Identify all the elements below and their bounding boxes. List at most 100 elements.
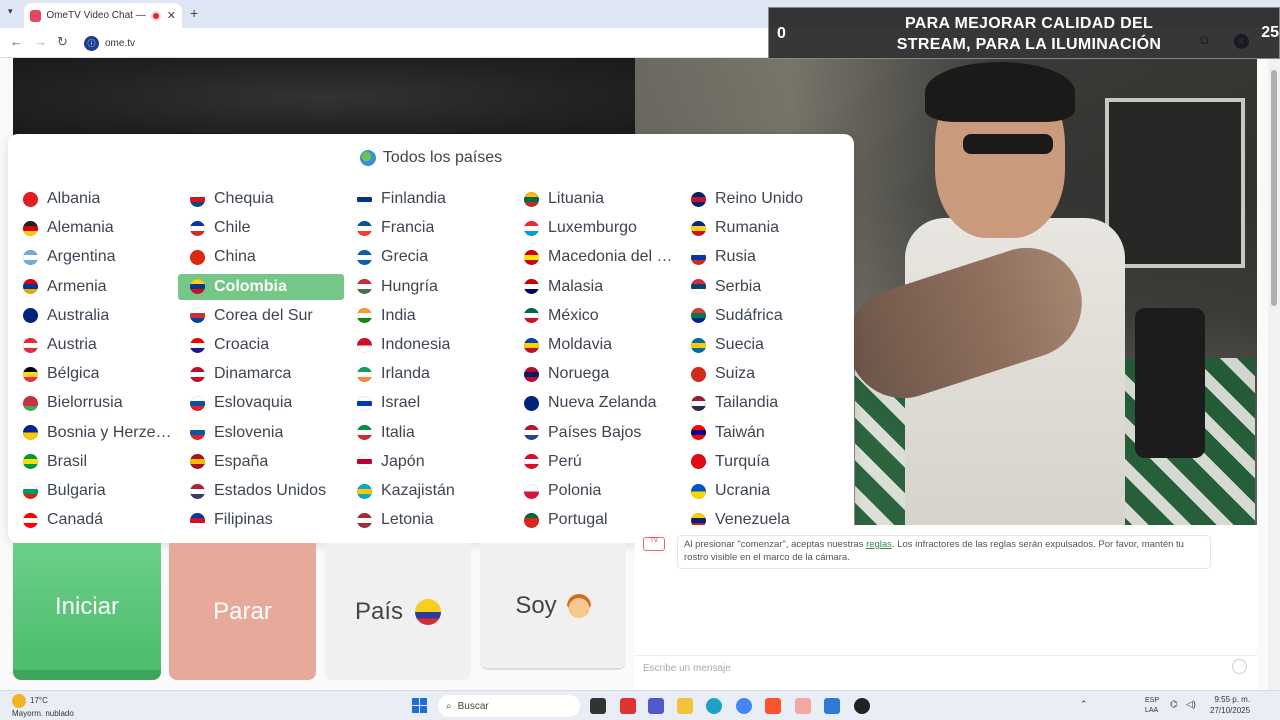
country-option[interactable]: Perú — [512, 449, 678, 475]
brave-icon[interactable] — [765, 698, 781, 714]
edge-icon[interactable] — [706, 698, 722, 714]
taskbar-clock[interactable]: 9:55 p. m. 27/10/2025 — [1210, 694, 1250, 716]
app-icon-pink[interactable] — [795, 698, 811, 714]
overlay-message: PARA MEJORAR CALIDAD DEL STREAM, PARA LA… — [896, 15, 1162, 53]
country-option[interactable]: Japón — [345, 449, 511, 475]
country-option[interactable]: Suiza — [679, 361, 845, 387]
country-option[interactable]: Chile — [178, 215, 344, 241]
forward-arrow-icon[interactable]: → — [34, 34, 47, 49]
country-option[interactable]: Taiwán — [679, 420, 845, 446]
country-option[interactable]: Hungría — [345, 274, 511, 300]
country-option[interactable]: Macedonia del … — [512, 244, 678, 270]
country-option[interactable]: Lituania — [512, 186, 678, 212]
country-option[interactable]: Países Bajos — [512, 420, 678, 446]
country-option[interactable]: Eslovaquia — [178, 390, 344, 416]
country-option[interactable]: Indonesia — [345, 332, 511, 358]
language-indicator[interactable]: ESP LAA — [1145, 696, 1159, 716]
back-arrow-icon[interactable]: ← — [10, 34, 23, 49]
country-option[interactable]: Noruega — [512, 361, 678, 387]
browser-tab-ometv[interactable]: OmeTV Video Chat — Onlin ✕ — [24, 3, 182, 28]
country-option[interactable]: Grecia — [345, 244, 511, 270]
new-tab-button[interactable]: + — [190, 5, 198, 21]
country-option[interactable]: Moldavia — [512, 332, 678, 358]
app-icon-red[interactable] — [620, 698, 636, 714]
flag-icon — [190, 395, 205, 411]
flag-icon — [190, 512, 205, 528]
country-option[interactable]: Bielorrusia — [11, 390, 177, 416]
country-option[interactable]: Kazajistán — [345, 478, 511, 504]
country-option[interactable]: Reino Unido — [679, 186, 845, 212]
country-option[interactable]: Rumania — [679, 215, 845, 241]
tray-chevron-icon[interactable]: ⌃ — [1080, 699, 1088, 710]
country-option[interactable]: Colombia — [178, 273, 344, 300]
country-option[interactable]: Luxemburgo — [512, 215, 678, 241]
country-option[interactable]: Tailandia — [679, 390, 845, 416]
chat-message-input[interactable]: Escribe un mensaje — [635, 655, 1257, 681]
windows-start-icon[interactable] — [412, 698, 427, 713]
country-option[interactable]: Bulgaria — [11, 478, 177, 504]
country-option[interactable]: Eslovenia — [178, 420, 344, 446]
rules-link[interactable]: reglas — [866, 539, 892, 550]
all-countries-option[interactable]: Todos los países — [8, 146, 854, 170]
emoji-icon[interactable] — [1232, 659, 1247, 674]
obs-icon[interactable] — [854, 698, 870, 714]
file-explorer-icon[interactable] — [677, 698, 693, 714]
close-tab-icon[interactable]: ✕ — [167, 9, 176, 22]
country-option[interactable]: Finlandia — [345, 186, 511, 212]
address-bar[interactable]: ⓘ ome.tv — [80, 32, 760, 54]
country-option[interactable]: Australia — [11, 303, 177, 329]
country-option[interactable]: Italia — [345, 420, 511, 446]
country-name: Macedonia del … — [548, 248, 673, 266]
country-option[interactable]: Bosnia y Herze… — [11, 420, 177, 446]
reload-icon[interactable]: ↻ — [57, 34, 68, 50]
task-view-icon[interactable] — [590, 698, 606, 714]
country-option[interactable]: Sudáfrica — [679, 303, 845, 329]
start-button[interactable]: Iniciar — [13, 543, 161, 680]
country-option[interactable]: China — [178, 244, 344, 270]
weather-widget[interactable]: 17°C Mayorm. nublado — [12, 694, 74, 719]
country-option[interactable]: Malasia — [512, 274, 678, 300]
country-button[interactable]: País — [325, 543, 471, 680]
country-option[interactable]: Nueva Zelanda — [512, 390, 678, 416]
chrome-icon[interactable] — [736, 698, 752, 714]
volume-icon[interactable]: ◁) — [1186, 699, 1196, 710]
taskbar-search[interactable]: ⌕ Buscar — [438, 695, 580, 717]
site-info-icon[interactable]: ⓘ — [84, 35, 99, 51]
country-option[interactable]: Corea del Sur — [178, 303, 344, 329]
country-option[interactable]: Ucrania — [679, 478, 845, 504]
country-option[interactable]: Polonia — [512, 478, 678, 504]
country-option[interactable]: Brasil — [11, 449, 177, 475]
country-option[interactable]: Albania — [11, 186, 177, 212]
country-option[interactable]: Turquía — [679, 449, 845, 475]
country-option[interactable]: Suecia — [679, 332, 845, 358]
country-option[interactable]: México — [512, 303, 678, 329]
country-option[interactable]: Estados Unidos — [178, 478, 344, 504]
scrollbar-thumb[interactable] — [1271, 70, 1277, 306]
store-icon[interactable] — [824, 698, 840, 714]
gender-button[interactable]: Soy — [480, 543, 626, 670]
country-option[interactable]: Irlanda — [345, 361, 511, 387]
teams-icon[interactable] — [648, 698, 664, 714]
country-option[interactable]: India — [345, 303, 511, 329]
country-option[interactable]: Chequia — [178, 186, 344, 212]
country-option[interactable]: Dinamarca — [178, 361, 344, 387]
page-scrollbar[interactable] — [1268, 58, 1280, 690]
stop-button[interactable]: Parar — [169, 543, 316, 680]
country-option[interactable]: Francia — [345, 215, 511, 241]
country-option[interactable]: Armenia — [11, 274, 177, 300]
country-option[interactable]: Filipinas — [178, 507, 344, 533]
country-option[interactable]: Bélgica — [11, 361, 177, 387]
country-option[interactable]: Croacia — [178, 332, 344, 358]
country-option[interactable]: Austria — [11, 332, 177, 358]
country-option[interactable]: Serbia — [679, 274, 845, 300]
country-option[interactable]: Letonia — [345, 507, 511, 533]
country-option[interactable]: España — [178, 449, 344, 475]
country-option[interactable]: Alemania — [11, 215, 177, 241]
country-option[interactable]: Rusia — [679, 244, 845, 270]
country-name: Austria — [47, 336, 97, 353]
country-option[interactable]: Canadá — [11, 507, 177, 533]
tab-list-icon[interactable]: ▾ — [8, 6, 13, 17]
network-icon[interactable]: ⌬ — [1170, 699, 1178, 710]
country-option[interactable]: Argentina — [11, 244, 177, 270]
country-option[interactable]: Israel — [345, 390, 511, 416]
